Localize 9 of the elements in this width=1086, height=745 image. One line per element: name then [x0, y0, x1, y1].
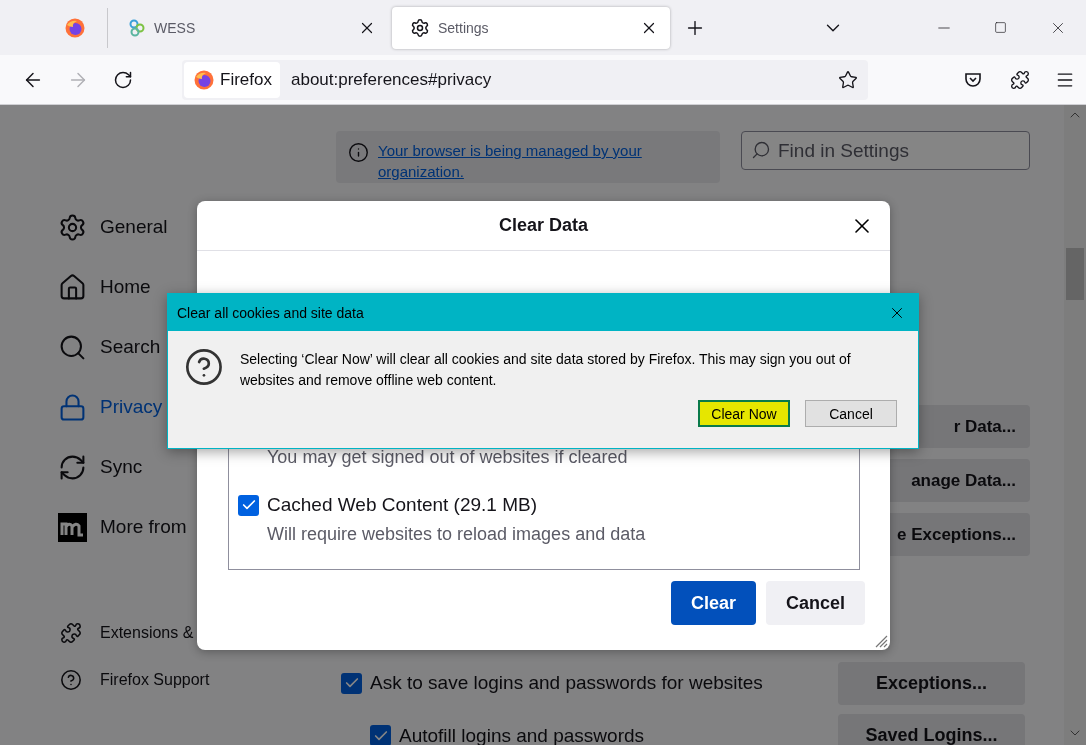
- dialog-title: Clear Data: [498, 215, 588, 236]
- url-text: about:preferences#privacy: [289, 69, 493, 90]
- dialog-title-bar: Clear all cookies and site data: [168, 294, 918, 331]
- option-description: Will require websites to reload images and data: [266, 524, 647, 545]
- tab-title: Settings: [438, 19, 490, 36]
- identity-label: Firefox: [220, 69, 272, 90]
- tab-title: WESS: [154, 19, 197, 36]
- option-description: You may get signed out of websites if cleared: [266, 447, 629, 468]
- confirm-message: Selecting ‘Clear Now’ will clear all cookies and site data stored by Firefox. This may sign you out of websites and remove offline web content.: [239, 350, 852, 390]
